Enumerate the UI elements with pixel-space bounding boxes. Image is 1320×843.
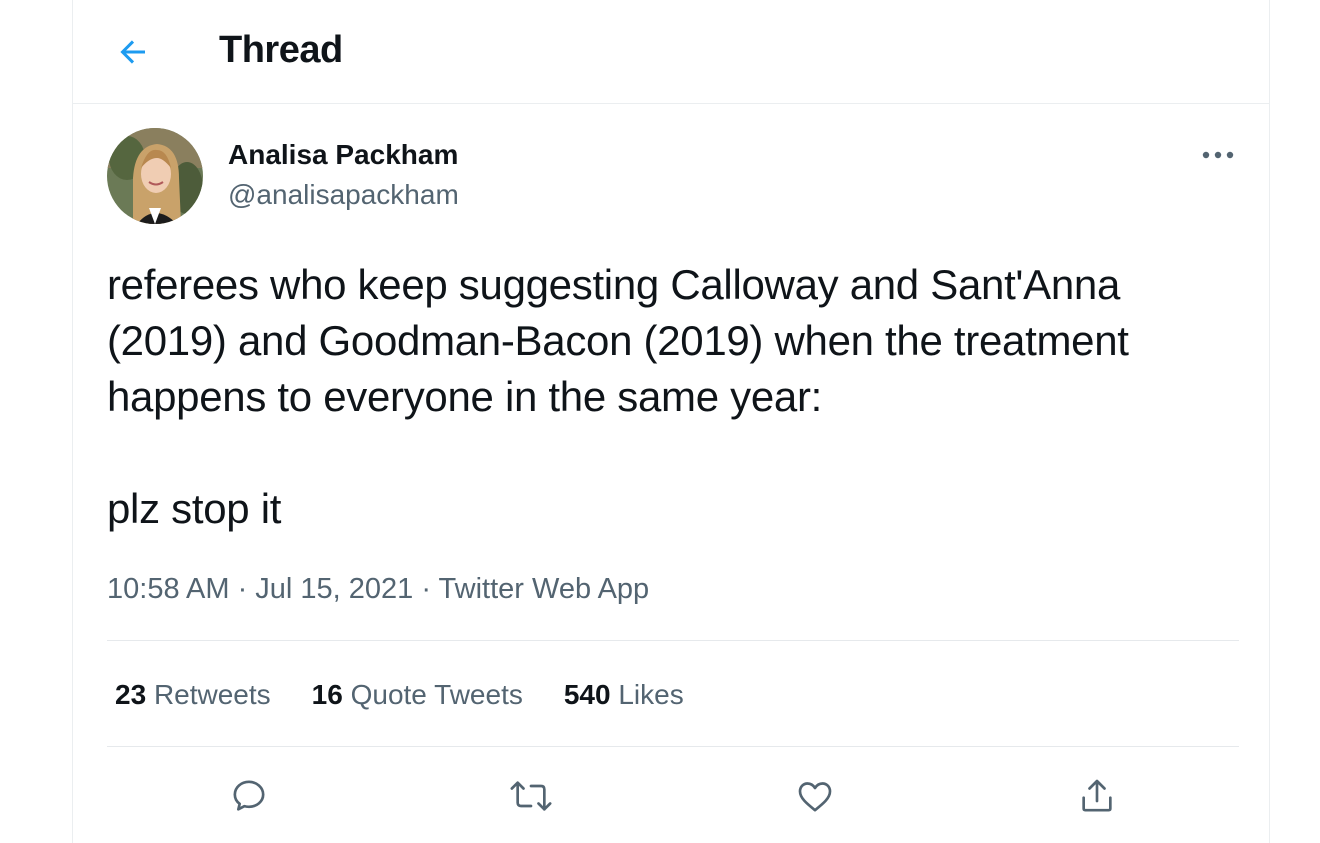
like-button[interactable] <box>785 766 845 826</box>
divider <box>107 746 1239 747</box>
retweet-icon <box>510 781 552 811</box>
likes-stat[interactable]: 540 Likes <box>564 676 684 714</box>
tweet-actions <box>73 766 1269 826</box>
share-button[interactable] <box>1067 766 1127 826</box>
like-icon <box>798 782 832 812</box>
quote-tweets-label: Quote Tweets <box>350 679 523 710</box>
more-button[interactable] <box>1193 138 1243 172</box>
page-title: Thread <box>219 29 343 71</box>
share-icon <box>1082 779 1112 812</box>
arrow-left-icon <box>120 40 145 64</box>
reply-button[interactable] <box>219 766 279 826</box>
quote-tweets-count: 16 <box>311 679 343 710</box>
quote-tweets-stat[interactable]: 16 Quote Tweets <box>312 676 523 714</box>
retweets-label: Retweets <box>153 679 271 710</box>
likes-count: 540 <box>563 679 611 710</box>
tweet-meta[interactable]: 10:58 AM · Jul 15, 2021 · Twitter Web Ap… <box>107 570 649 608</box>
retweets-stat[interactable]: 23 Retweets <box>115 676 271 714</box>
tweet-stats: 23 Retweets 16 Quote Tweets 540 Likes <box>115 676 725 714</box>
tweet-text: referees who keep suggesting Calloway an… <box>107 261 1129 532</box>
thread-column: Thread Analisa Packham @analisapackham r… <box>72 0 1270 843</box>
likes-label: Likes <box>618 679 684 710</box>
back-button[interactable] <box>109 28 157 76</box>
divider <box>107 640 1239 641</box>
thread-header: Thread <box>73 0 1269 104</box>
retweets-count: 23 <box>115 679 147 710</box>
more-horizontal-icon <box>1202 151 1234 159</box>
retweet-button[interactable] <box>501 766 561 826</box>
avatar[interactable] <box>107 128 203 224</box>
reply-icon <box>233 780 265 811</box>
author-name[interactable]: Analisa Packham <box>228 138 458 172</box>
author-handle[interactable]: @analisapackham <box>228 178 459 212</box>
